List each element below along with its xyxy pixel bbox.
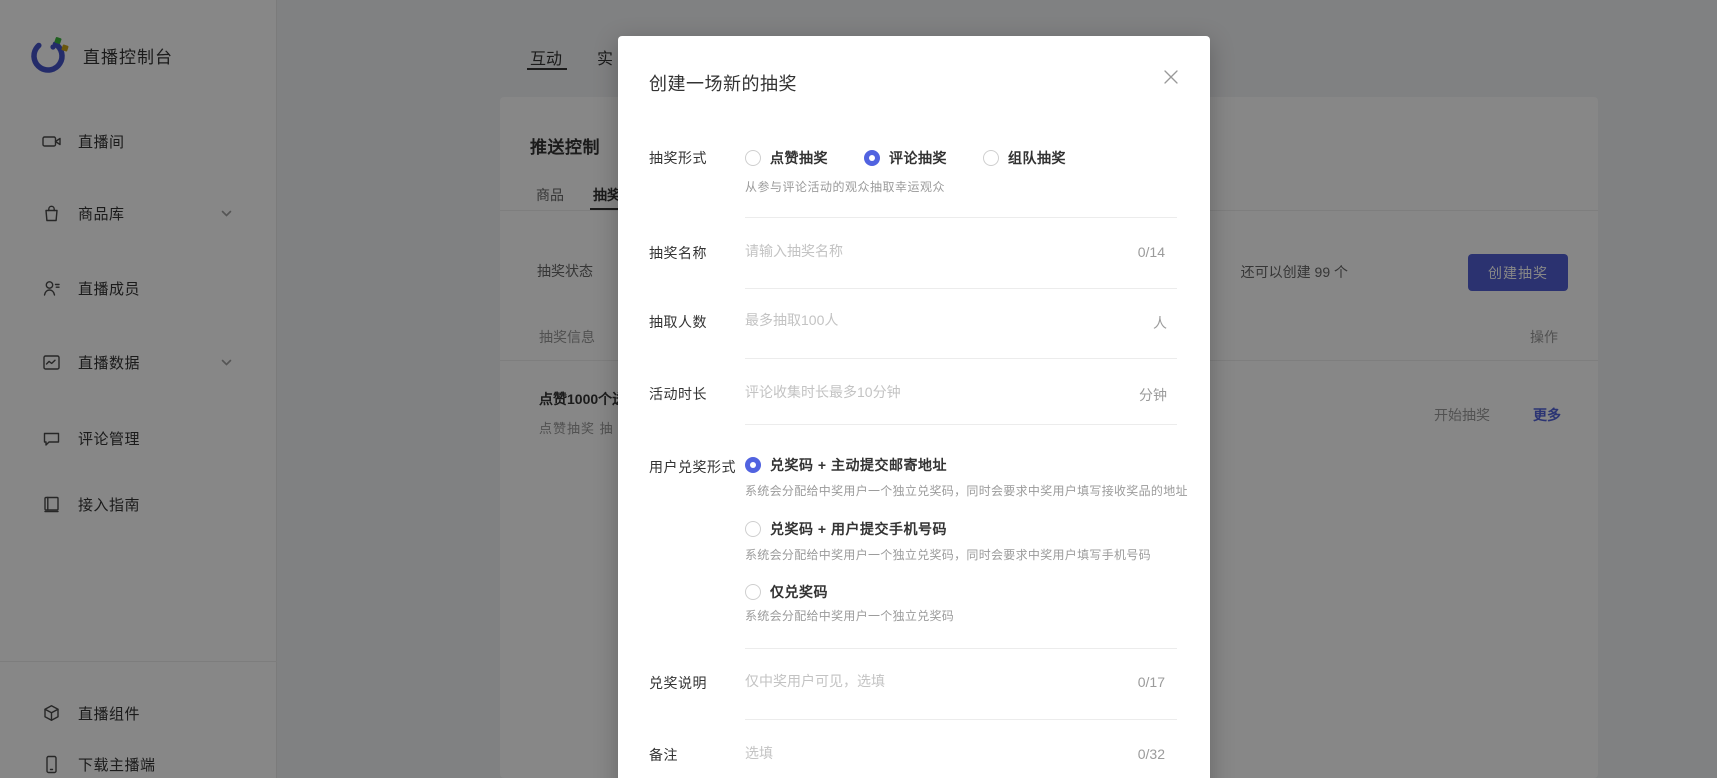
unit-suffix: 人	[1153, 313, 1167, 333]
form-row-lottery-name: 抽奖名称 0/14	[649, 243, 1177, 263]
radio-comment-lottery[interactable]: 评论抽奖	[864, 148, 947, 168]
radio-label: 仅兑奖码	[770, 582, 828, 602]
form-row-lottery-type: 抽奖形式 点赞抽奖 评论抽奖 组队抽奖 从参与评论活	[649, 148, 1177, 195]
radio-icon	[983, 150, 999, 166]
form-row-duration: 活动时长 分钟	[649, 384, 1177, 404]
field-label: 备注	[649, 745, 745, 765]
redeem-note-input[interactable]	[745, 673, 1177, 689]
form-row-redeem-note: 兑奖说明 0/17	[649, 673, 1177, 693]
field-underline	[745, 217, 1177, 218]
field-underline	[745, 719, 1177, 720]
field-underline	[745, 648, 1177, 649]
field-label: 用户兑奖形式	[649, 457, 745, 477]
radio-label: 评论抽奖	[889, 148, 947, 168]
radio-icon	[745, 584, 761, 600]
radio-code-only[interactable]: 仅兑奖码	[745, 582, 1210, 602]
radio-code-plus-address[interactable]: 兑奖码 + 主动提交邮寄地址	[745, 455, 1210, 475]
field-label: 抽取人数	[649, 312, 745, 332]
radio-checked-icon	[745, 457, 761, 473]
unit-suffix: 分钟	[1139, 385, 1167, 405]
form-row-remark: 备注 0/32	[649, 745, 1177, 765]
field-helper-text: 系统会分配给中奖用户一个独立兑奖码	[745, 607, 1210, 624]
radio-icon	[745, 521, 761, 537]
lottery-type-radio-group: 点赞抽奖 评论抽奖 组队抽奖	[745, 148, 1177, 168]
field-helper-text: 从参与评论活动的观众抽取幸运观众	[745, 178, 1177, 195]
field-label: 活动时长	[649, 384, 745, 404]
char-counter: 0/17	[1138, 674, 1165, 690]
field-underline	[745, 358, 1177, 359]
radio-label: 兑奖码 + 主动提交邮寄地址	[770, 455, 947, 475]
field-helper-text: 系统会分配给中奖用户一个独立兑奖码，同时会要求中奖用户填写手机号码	[745, 546, 1210, 563]
duration-input[interactable]	[745, 384, 1177, 400]
field-helper-text: 系统会分配给中奖用户一个独立兑奖码，同时会要求中奖用户填写接收奖品的地址	[745, 482, 1210, 499]
lottery-name-input[interactable]	[745, 243, 1177, 259]
char-counter: 0/14	[1138, 244, 1165, 260]
radio-label: 兑奖码 + 用户提交手机号码	[770, 519, 947, 539]
winner-count-input[interactable]	[745, 312, 1177, 328]
modal-title: 创建一场新的抽奖	[649, 70, 797, 96]
create-lottery-modal: 创建一场新的抽奖 抽奖形式 点赞抽奖 评论抽奖	[618, 36, 1210, 778]
char-counter: 0/32	[1138, 746, 1165, 762]
radio-checked-icon	[864, 150, 880, 166]
field-label: 兑奖说明	[649, 673, 745, 693]
form-row-winner-count: 抽取人数 人	[649, 312, 1177, 332]
close-icon[interactable]	[1160, 66, 1182, 88]
field-underline	[745, 288, 1177, 289]
radio-team-lottery[interactable]: 组队抽奖	[983, 148, 1066, 168]
radio-like-lottery[interactable]: 点赞抽奖	[745, 148, 828, 168]
radio-label: 组队抽奖	[1008, 148, 1066, 168]
field-label: 抽奖形式	[649, 148, 745, 195]
field-underline	[745, 424, 1177, 425]
field-label: 抽奖名称	[649, 243, 745, 263]
radio-code-plus-phone[interactable]: 兑奖码 + 用户提交手机号码	[745, 519, 1210, 539]
app-root: 直播控制台 直播间 商品库 直播成员	[0, 0, 1717, 778]
radio-label: 点赞抽奖	[770, 148, 828, 168]
radio-icon	[745, 150, 761, 166]
remark-input[interactable]	[745, 745, 1177, 761]
